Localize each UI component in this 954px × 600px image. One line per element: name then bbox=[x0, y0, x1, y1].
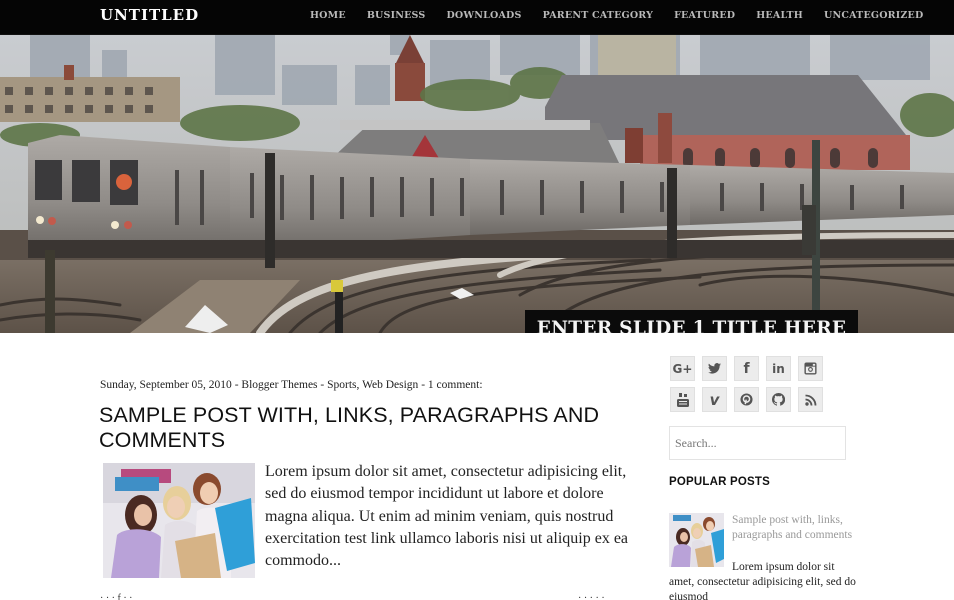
post-thumbnail[interactable] bbox=[103, 463, 255, 578]
popular-post-snippet: Lorem ipsum dolor sit amet, consectetur … bbox=[669, 561, 856, 600]
github-icon bbox=[772, 393, 785, 406]
youtube-icon bbox=[676, 392, 689, 407]
vimeo-button[interactable]: v bbox=[702, 387, 727, 412]
youtube-button[interactable] bbox=[670, 387, 695, 412]
site-logo[interactable]: UNTITLED bbox=[100, 6, 199, 24]
instagram-button[interactable] bbox=[798, 356, 823, 381]
twitter-button[interactable] bbox=[702, 356, 727, 381]
search-input[interactable] bbox=[670, 427, 845, 459]
popular-post-title[interactable]: Sample post with, links, paragraphs and … bbox=[732, 513, 862, 543]
vimeo-icon: v bbox=[709, 390, 720, 409]
slide-image bbox=[0, 35, 954, 333]
nav-item-home[interactable]: HOME bbox=[310, 10, 346, 21]
post-title[interactable]: SAMPLE POST WITH, LINKS, PARAGRAPHS AND … bbox=[99, 403, 629, 453]
search-box bbox=[669, 426, 846, 460]
nav-item-featured[interactable]: FEATURED bbox=[674, 10, 735, 21]
nav-item-health[interactable]: HEALTH bbox=[756, 10, 803, 21]
post-author[interactable]: Blogger Themes bbox=[241, 379, 317, 391]
linkedin-button[interactable]: in bbox=[766, 356, 791, 381]
rss-icon bbox=[804, 394, 816, 406]
pinterest-icon bbox=[740, 393, 753, 406]
google-plus-icon: G+ bbox=[672, 361, 693, 376]
post-labels[interactable]: Sports, Web Design bbox=[327, 379, 418, 391]
nav-item-uncategorized[interactable]: UNCATEGORIZED bbox=[824, 10, 923, 21]
facebook-button[interactable]: f bbox=[734, 356, 759, 381]
post-date: Sunday, September 05, 2010 bbox=[100, 379, 232, 391]
nav-item-parent-category[interactable]: PARENT CATEGORY bbox=[543, 10, 654, 21]
google-plus-button[interactable]: G+ bbox=[670, 356, 695, 381]
main-menu: HOME BUSINESS DOWNLOADS PARENT CATEGORY … bbox=[310, 10, 944, 21]
linkedin-icon: in bbox=[772, 361, 785, 376]
github-button[interactable] bbox=[766, 387, 791, 412]
instagram-icon bbox=[804, 362, 817, 375]
featured-slider[interactable]: ENTER SLIDE 1 TITLE HERE bbox=[0, 35, 954, 333]
share-links[interactable]: · · · f · · bbox=[100, 593, 132, 600]
twitter-icon bbox=[708, 363, 721, 374]
nav-item-downloads[interactable]: DOWNLOADS bbox=[446, 10, 521, 21]
rss-button[interactable] bbox=[798, 387, 823, 412]
facebook-icon: f bbox=[743, 360, 750, 377]
meta-separator: - bbox=[317, 379, 328, 391]
shopping-women-image bbox=[669, 513, 724, 567]
post-comments-link[interactable]: 1 comment: bbox=[428, 379, 483, 391]
nav-item-business[interactable]: BUSINESS bbox=[367, 10, 426, 21]
pinterest-button[interactable] bbox=[734, 387, 759, 412]
meta-separator: - bbox=[418, 379, 428, 391]
slide-title[interactable]: ENTER SLIDE 1 TITLE HERE bbox=[525, 310, 858, 333]
social-icons: G+ f in v bbox=[670, 356, 850, 418]
read-more-link[interactable]: · · · · · bbox=[578, 593, 605, 600]
post-meta: Sunday, September 05, 2010 - Blogger The… bbox=[100, 379, 483, 391]
popular-post-thumbnail[interactable] bbox=[669, 513, 724, 567]
top-navigation-bar: UNTITLED HOME BUSINESS DOWNLOADS PARENT … bbox=[0, 0, 954, 35]
shopping-women-image bbox=[103, 463, 255, 578]
meta-separator: - bbox=[231, 379, 242, 391]
post-excerpt: Lorem ipsum dolor sit amet, consectetur … bbox=[265, 463, 629, 570]
popular-posts-heading: POPULAR POSTS bbox=[669, 476, 771, 488]
